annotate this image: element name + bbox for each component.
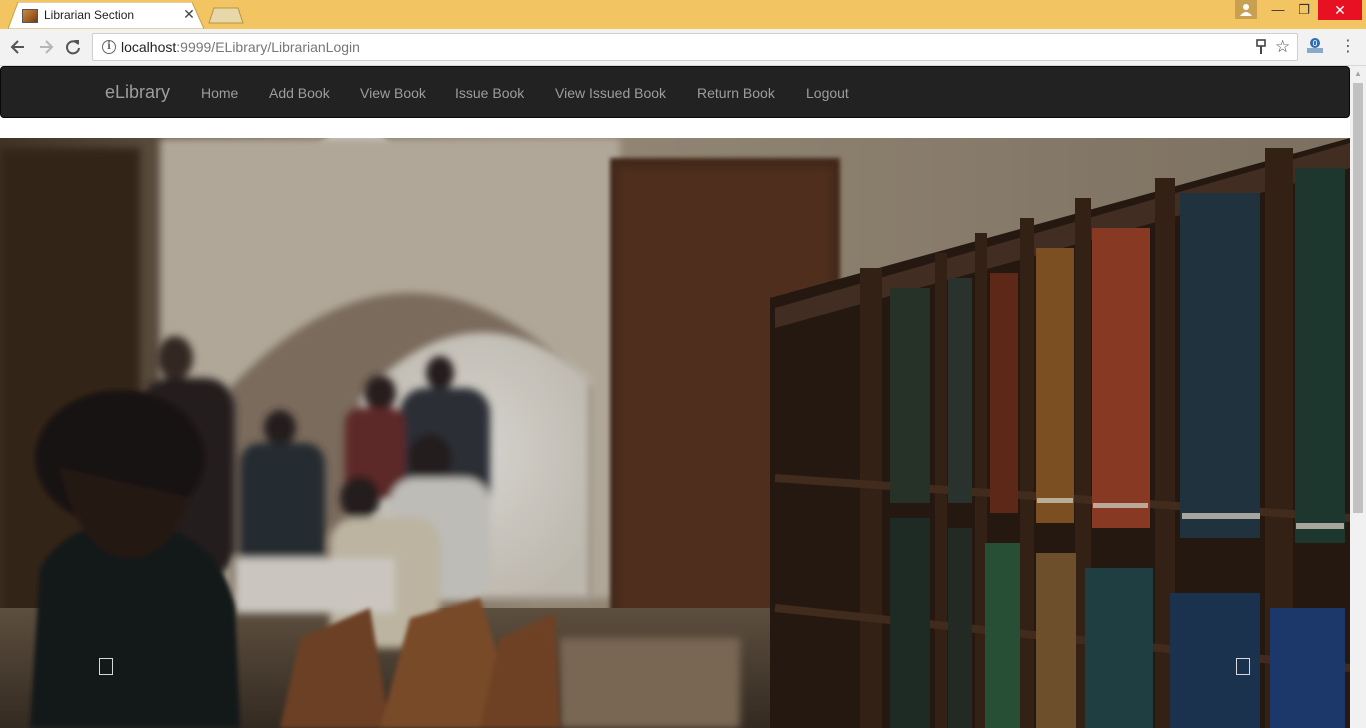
page-viewport: eLibrary Home Add Book View Book Issue B… xyxy=(0,66,1366,728)
tab-close-icon[interactable]: ✕ xyxy=(181,6,197,22)
scroll-thumb[interactable] xyxy=(1353,83,1363,513)
forward-arrow-icon[interactable] xyxy=(36,37,56,57)
navbar: eLibrary Home Add Book View Book Issue B… xyxy=(0,66,1350,118)
reload-svg xyxy=(66,40,80,55)
navbar-brand[interactable]: eLibrary xyxy=(105,82,170,103)
nav-link-issue-book[interactable]: Issue Book xyxy=(455,85,524,101)
address-bar[interactable]: i localhost:9999/ELibrary/LibrarianLogin… xyxy=(92,33,1298,61)
nav-link-view-book[interactable]: View Book xyxy=(360,85,426,101)
url-host: localhost xyxy=(121,39,177,55)
url-text: localhost:9999/ELibrary/LibrarianLogin xyxy=(121,39,360,55)
scroll-up-arrow-icon[interactable]: ▲ xyxy=(1350,66,1366,82)
nav-link-return-book[interactable]: Return Book xyxy=(697,85,775,101)
star-icon[interactable]: ☆ xyxy=(1275,37,1290,57)
extension-icon[interactable]: 0 xyxy=(1305,36,1325,61)
forward-arrow-svg xyxy=(40,40,54,54)
info-icon[interactable]: i xyxy=(102,40,116,54)
profile-user-icon[interactable] xyxy=(1235,0,1257,19)
reload-icon[interactable] xyxy=(63,37,83,57)
back-arrow-icon[interactable] xyxy=(8,37,28,57)
back-arrow-svg xyxy=(10,40,24,54)
browser-titlebar: Librarian Section ✕ — ❐ ✕ xyxy=(0,0,1366,29)
extension-svg: 0 xyxy=(1307,38,1323,53)
carousel xyxy=(0,138,1350,728)
nav-link-view-issued-book[interactable]: View Issued Book xyxy=(555,85,666,101)
maximize-button[interactable]: ❐ xyxy=(1292,0,1316,20)
favicon-icon xyxy=(22,9,38,23)
carousel-next-control[interactable] xyxy=(1236,658,1250,675)
key-svg xyxy=(1256,39,1266,54)
nav-link-add-book[interactable]: Add Book xyxy=(269,85,330,101)
kebab-menu-icon[interactable]: ⋮ xyxy=(1340,37,1356,57)
new-tab-button[interactable] xyxy=(208,7,244,24)
user-icon xyxy=(1240,4,1252,16)
svg-text:0: 0 xyxy=(1312,39,1317,48)
page-scrollbar[interactable]: ▲ xyxy=(1350,66,1366,728)
carousel-prev-control[interactable] xyxy=(99,658,113,675)
browser-toolbar: i localhost:9999/ELibrary/LibrarianLogin… xyxy=(0,29,1366,66)
browser-tab-active[interactable]: Librarian Section ✕ xyxy=(8,2,204,29)
key-icon[interactable] xyxy=(1255,39,1267,58)
close-window-button[interactable]: ✕ xyxy=(1318,0,1362,20)
tab-title: Librarian Section xyxy=(44,8,135,22)
url-path: :9999/ELibrary/LibrarianLogin xyxy=(176,39,360,55)
nav-link-logout[interactable]: Logout xyxy=(806,85,849,101)
minimize-button[interactable]: — xyxy=(1266,0,1290,20)
nav-link-home[interactable]: Home xyxy=(201,85,238,101)
carousel-image-library xyxy=(0,138,1350,728)
